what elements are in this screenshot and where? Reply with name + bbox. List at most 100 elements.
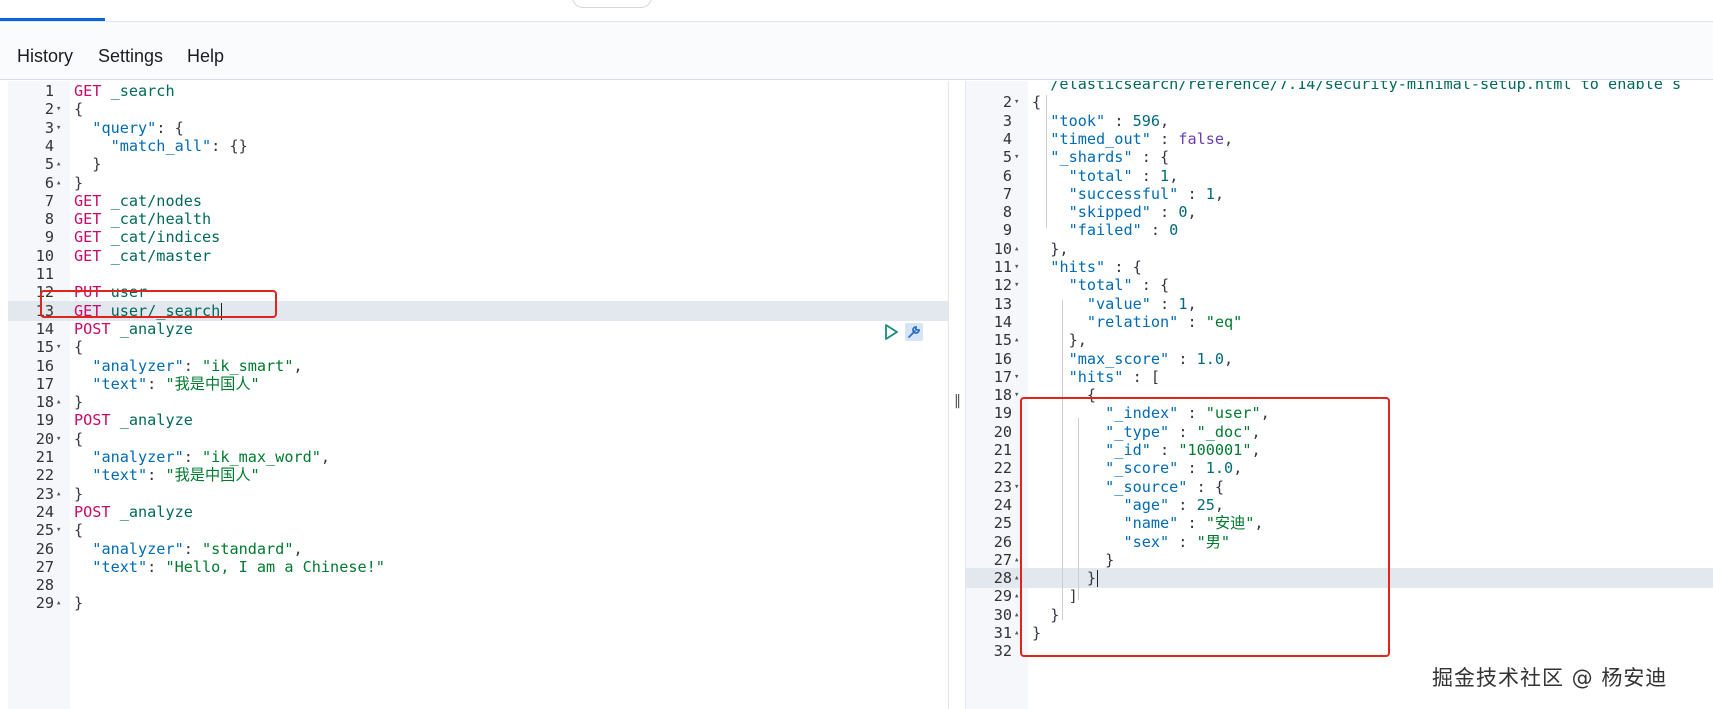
code-line[interactable]: 32 [966, 641, 1713, 661]
fold-open-icon[interactable]: ▾ [1014, 92, 1024, 112]
request-editor[interactable]: 1 GET _search 2 ▾{3 ▾ "query": {4 "match_all… [8, 81, 948, 709]
code-text: "_index" : "user", [1032, 403, 1270, 423]
code-line[interactable]: 11 [8, 264, 948, 284]
code-line[interactable]: 6 ▴} [8, 173, 948, 193]
code-text: POST _analyze [74, 410, 193, 430]
fold-open-icon[interactable]: ▾ [56, 520, 66, 540]
code-line[interactable]: 3 "took" : 596, [966, 111, 1713, 131]
code-line[interactable]: 8 "skipped" : 0, [966, 202, 1713, 222]
code-line[interactable]: 24 POST _analyze [8, 502, 948, 522]
code-line[interactable]: 5 ▴ } [8, 154, 948, 174]
fold-close-icon[interactable]: ▴ [1014, 586, 1024, 606]
resize-grip-icon[interactable]: ‖ [954, 393, 961, 409]
code-line[interactable]: 7 GET _cat/nodes [8, 191, 948, 211]
fold-close-icon[interactable]: ▴ [1014, 568, 1024, 588]
fold-close-icon[interactable]: ▴ [56, 593, 66, 613]
code-line[interactable]: 4 "match_all": {} [8, 136, 948, 156]
fold-close-icon[interactable]: ▴ [56, 173, 66, 193]
code-line[interactable]: 13 GET user/_search [8, 300, 948, 321]
fold-open-icon[interactable]: ▾ [56, 429, 66, 449]
code-token: , [1214, 184, 1225, 203]
response-viewer[interactable]: /elasticsearch/reference/7.14/security-m… [966, 81, 1713, 709]
fold-close-icon[interactable]: ▴ [1014, 605, 1024, 625]
code-line[interactable]: 16 "max_score" : 1.0, [966, 349, 1713, 369]
code-line[interactable]: 1 GET _search [8, 81, 948, 101]
code-token: "hits" [1068, 367, 1124, 386]
code-line[interactable]: 15 ▾ { [8, 337, 948, 357]
code-line[interactable]: 23 ▴} [8, 484, 948, 504]
code-token: "match_all" [110, 136, 212, 155]
code-line[interactable]: 14 POST _analyze [8, 319, 948, 339]
code-line[interactable]: 22 "text": "我是中国人" [8, 465, 948, 485]
fold-close-icon[interactable]: ▴ [1014, 330, 1024, 350]
line-number: 24 [35, 502, 54, 521]
send-request-icon[interactable] [883, 323, 899, 341]
code-line[interactable]: 20 ▾ { [8, 429, 948, 449]
code-line[interactable]: 19 POST _analyze [8, 410, 948, 430]
history-menu-item[interactable]: History [17, 46, 73, 67]
code-line[interactable]: 3 ▾ "query": { [8, 118, 948, 138]
code-line[interactable]: 6 "total" : 1, [966, 166, 1713, 186]
fold-open-icon[interactable]: ▾ [1014, 275, 1024, 295]
code-line[interactable]: 21 "analyzer": "ik_max_word", [8, 447, 948, 467]
fold-close-icon[interactable]: ▴ [1014, 239, 1024, 259]
fold-close-icon[interactable]: ▴ [1014, 623, 1024, 643]
code-line[interactable]: 12 PUT user [8, 282, 948, 302]
help-menu-item[interactable]: Help [187, 46, 224, 67]
wrench-icon[interactable] [905, 323, 923, 341]
code-line[interactable]: 2 ▾ { [966, 92, 1713, 112]
code-token: "_doc" [1196, 422, 1252, 441]
code-line[interactable]: 25 ▾ { [8, 520, 948, 540]
code-line[interactable]: 12 ▾ "total" : { [966, 275, 1713, 295]
fold-open-icon[interactable]: ▾ [1014, 477, 1024, 497]
code-line[interactable]: 18 ▴} [8, 392, 948, 412]
code-line[interactable]: 16 "analyzer": "ik_smart", [8, 356, 948, 376]
code-line[interactable]: 14 "relation" : "eq" [966, 312, 1713, 332]
fold-open-icon[interactable]: ▾ [1014, 367, 1024, 387]
code-line[interactable]: 8 GET _cat/health [8, 209, 948, 229]
code-line[interactable]: 26 "analyzer": "standard", [8, 539, 948, 559]
code-token: "total" [1068, 166, 1133, 185]
code-line[interactable]: 31 ▴} [966, 623, 1713, 643]
code-line[interactable]: 17 "text": "我是中国人" [8, 374, 948, 394]
fold-open-icon[interactable]: ▾ [56, 337, 66, 357]
top-pill-button[interactable] [572, 0, 652, 8]
line-number: 3 [44, 118, 54, 137]
fold-open-icon[interactable]: ▾ [56, 99, 66, 119]
fold-close-icon[interactable]: ▴ [56, 154, 66, 174]
code-line[interactable]: 13 "value" : 1, [966, 294, 1713, 314]
code-line[interactable]: 9 GET _cat/indices [8, 227, 948, 247]
fold-open-icon[interactable]: ▾ [1014, 257, 1024, 277]
fold-open-icon[interactable]: ▾ [56, 118, 66, 138]
code-line[interactable]: 9 "failed" : 0 [966, 220, 1713, 240]
line-number: 1 [44, 82, 54, 100]
code-token: POST [74, 319, 111, 338]
fold-close-icon[interactable]: ▴ [56, 484, 66, 504]
active-tab-indicator [0, 18, 105, 21]
code-line[interactable]: 5 ▾ "_shards" : { [966, 147, 1713, 167]
fold-close-icon[interactable]: ▴ [1014, 550, 1024, 570]
code-line[interactable]: 18 ▾ { [966, 385, 1713, 405]
code-line[interactable]: 4 "timed_out" : false, [966, 129, 1713, 149]
code-line[interactable]: 11 ▾ "hits" : { [966, 257, 1713, 277]
fold-open-icon[interactable]: ▾ [1014, 147, 1024, 167]
code-line[interactable]: 29 ▴} [8, 593, 948, 613]
line-number: 6 [44, 173, 54, 192]
code-line[interactable]: 2 ▾ { [8, 99, 948, 119]
code-line[interactable]: 30 ▴ } [966, 605, 1713, 625]
code-line[interactable]: 10 GET _cat/master [8, 246, 948, 266]
fold-close-icon[interactable]: ▴ [56, 392, 66, 412]
code-token: { [74, 338, 84, 357]
code-line[interactable]: 7 "successful" : 1, [966, 184, 1713, 204]
code-line[interactable]: 17 ▾ "hits" : [ [966, 367, 1713, 387]
code-line[interactable]: 27 "text": "Hello, I am a Chinese!" [8, 557, 948, 577]
code-line[interactable]: 10 ▴ }, [966, 239, 1713, 259]
code-line[interactable]: 15 ▴ }, [966, 330, 1713, 350]
code-token: 1.0 [1196, 349, 1225, 368]
settings-menu-item[interactable]: Settings [98, 46, 163, 67]
fold-open-icon[interactable]: ▾ [1014, 385, 1024, 405]
code-line[interactable]: 28 [8, 575, 948, 595]
code-token: "max_score" [1068, 349, 1170, 368]
pane-resizer[interactable]: ‖ [948, 81, 966, 709]
